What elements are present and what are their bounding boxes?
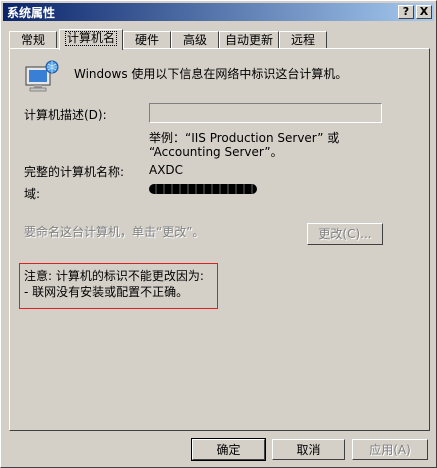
apply-button[interactable]: 应用(A) <box>352 439 428 460</box>
note-highlight-box <box>19 263 218 309</box>
cancel-button[interactable]: 取消 <box>272 439 345 460</box>
tab-computer-name[interactable]: 计算机名 <box>59 29 123 50</box>
tab-remote[interactable]: 远程 <box>279 31 327 49</box>
intro-text: Windows 使用以下信息在网络中标识这台计算机。 <box>74 67 348 81</box>
help-button[interactable]: ? <box>398 5 414 19</box>
change-button[interactable]: 更改(C)... <box>307 223 383 245</box>
title-bar[interactable]: 系统属性 ? X <box>3 3 434 21</box>
description-label: 计算机描述(D): <box>24 108 107 122</box>
tab-hardware[interactable]: 硬件 <box>123 31 171 49</box>
domain-label: 域: <box>24 187 41 201</box>
system-properties-window: 系统属性 ? X 常规 计算机名 硬件 高级 自动更新 远程 Windows 使… <box>0 0 437 468</box>
tab-automatic-updates[interactable]: 自动更新 <box>219 31 279 49</box>
tab-strip: 常规 计算机名 硬件 高级 自动更新 远程 <box>9 29 429 50</box>
domain-value-redacted <box>149 184 257 194</box>
ok-button[interactable]: 确定 <box>191 438 266 461</box>
tab-advanced[interactable]: 高级 <box>171 31 219 49</box>
window-title: 系统属性 <box>7 6 56 20</box>
computer-name-panel: Windows 使用以下信息在网络中标识这台计算机。 计算机描述(D): 举例：… <box>9 48 430 431</box>
computer-network-icon <box>25 60 59 92</box>
description-example-line2: “Accounting Server”。 <box>149 145 283 159</box>
full-name-value: AXDC <box>149 163 184 177</box>
tab-general[interactable]: 常规 <box>9 31 57 49</box>
full-name-label: 完整的计算机名称: <box>24 165 125 179</box>
description-field[interactable] <box>149 103 382 123</box>
close-button[interactable]: X <box>416 5 432 19</box>
rename-instruction: 要命名这台计算机，单击“更改”。 <box>24 225 205 239</box>
